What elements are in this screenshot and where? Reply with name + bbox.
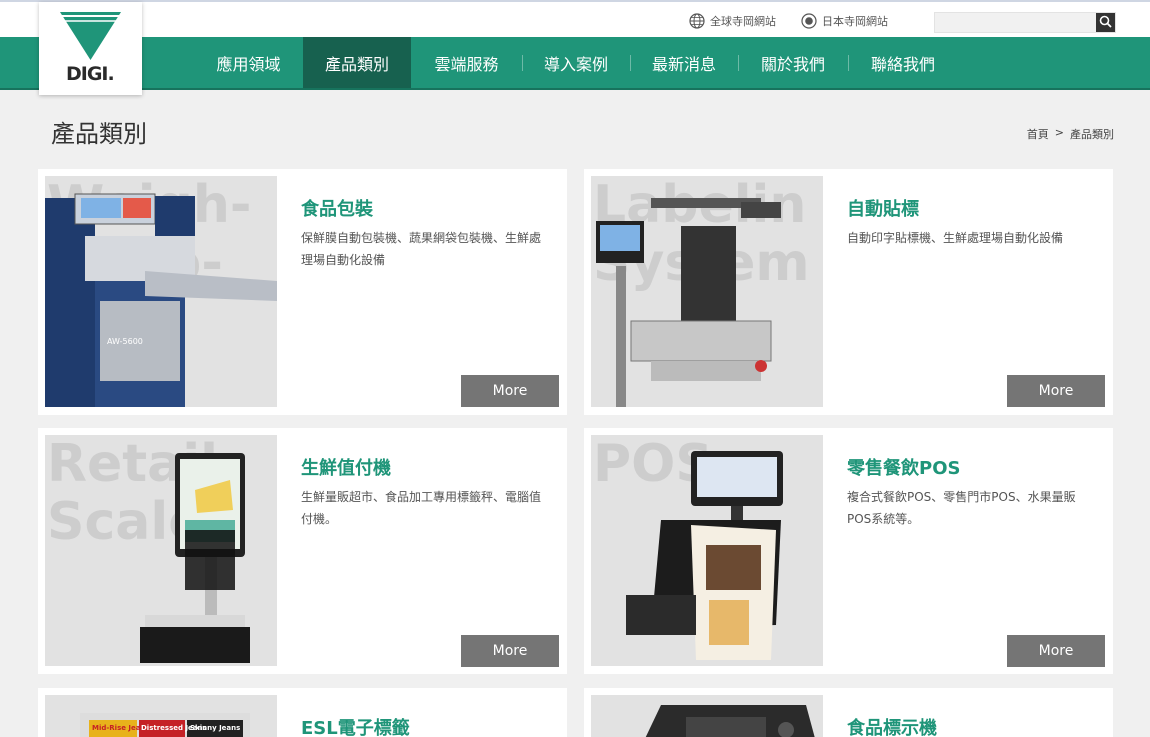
search-input[interactable] <box>934 12 1116 33</box>
search-button[interactable] <box>1096 13 1115 32</box>
breadcrumb-separator: > <box>1054 126 1064 139</box>
pos-terminal-illustration <box>626 451 783 660</box>
main-nav: 應用領域 產品類別 雲端服務 導入案例 最新消息 關於我們 聯絡我們 <box>0 37 1150 90</box>
esl-tag-label: Skinny Jeans <box>190 724 240 732</box>
search-icon <box>1099 13 1112 32</box>
digi-logo[interactable]: DIGI. <box>39 2 142 95</box>
japan-site-label: 日本寺岡網站 <box>822 15 888 28</box>
product-card-auto-labeling: LabelinSystem 自動貼標 自動印字貼標機、生鮮處理場自動化設備 Mo… <box>584 169 1113 415</box>
card-description: 生鮮量販超市、食品加工專用標籤秤、電腦值付機。 <box>301 490 542 526</box>
product-card-pos: POS 零售餐飲POS 複合式餐飲POS、零售門市POS、水果量販POS系統等。… <box>584 428 1113 674</box>
card-title[interactable]: ESL電子標籤 <box>301 714 410 737</box>
more-button[interactable]: More <box>461 635 559 667</box>
nav-label: 雲端服務 <box>434 54 499 74</box>
card-title[interactable]: 自動貼標 <box>847 195 919 221</box>
nav-label: 最新消息 <box>651 54 716 74</box>
more-button[interactable]: More <box>461 375 559 407</box>
logo-text: DIGI. <box>66 63 115 85</box>
product-image[interactable]: Mid-Rise Jeans Distressed Jeans Skinny J… <box>45 695 277 737</box>
product-image[interactable]: Retail Scales <box>45 435 277 666</box>
scale-machine-illustration <box>140 453 250 663</box>
product-image[interactable]: POS <box>591 435 823 666</box>
nav-item-cases[interactable]: 導入案例 <box>522 37 630 88</box>
product-image[interactable]: Weigh-Wrap-pers AW-5600 <box>45 176 277 407</box>
global-site-link[interactable]: 全球寺岡網站 <box>689 13 776 29</box>
utility-bar: 全球寺岡網站 日本寺岡網站 <box>0 0 1150 37</box>
nav-item-contact[interactable]: 聯絡我們 <box>848 37 958 88</box>
nav-label: 應用領域 <box>216 54 281 74</box>
nav-item-applications[interactable]: 應用領域 <box>194 37 303 88</box>
globe-icon <box>689 13 705 29</box>
logo-triangle-icon <box>60 12 121 60</box>
labeler-printer-illustration <box>645 705 815 737</box>
page-title: 產品類別 <box>51 120 147 148</box>
card-title[interactable]: 食品包裝 <box>301 195 373 221</box>
nav-item-about[interactable]: 關於我們 <box>738 37 848 88</box>
breadcrumb-home[interactable]: 首頁 <box>1027 126 1049 142</box>
product-image[interactable] <box>591 695 823 737</box>
product-card-food-labeler: 食品標示機 <box>584 688 1113 737</box>
nav-label: 關於我們 <box>760 54 825 74</box>
global-site-label: 全球寺岡網站 <box>710 15 776 28</box>
breadcrumb-current: 產品類別 <box>1070 128 1114 141</box>
card-title[interactable]: 食品標示機 <box>847 714 937 737</box>
product-card-esl: Mid-Rise Jeans Distressed Jeans Skinny J… <box>38 688 567 737</box>
card-title[interactable]: 生鮮值付機 <box>301 454 391 480</box>
card-description: 自動印字貼標機、生鮮處理場自動化設備 <box>847 231 1064 245</box>
nav-label: 聯絡我們 <box>870 54 935 74</box>
nav-label: 導入案例 <box>543 54 608 74</box>
nav-item-news[interactable]: 最新消息 <box>630 37 738 88</box>
esl-tag-illustration: Mid-Rise Jeans Distressed Jeans Skinny J… <box>80 713 250 737</box>
card-description: 保鮮膜自動包裝機、蔬果網袋包裝機、生鮮處理場自動化設備 <box>301 231 542 267</box>
card-title[interactable]: 零售餐飲POS <box>847 454 960 480</box>
japan-circle-icon <box>801 13 817 29</box>
product-image[interactable]: LabelinSystem <box>591 176 823 407</box>
machine-model-label: AW-5600 <box>107 337 143 346</box>
wrapper-machine-illustration: AW-5600 <box>45 193 277 407</box>
card-description: 複合式餐飲POS、零售門市POS、水果量販POS系統等。 <box>847 490 1076 526</box>
breadcrumb: 首頁 > 產品類別 <box>1027 126 1114 142</box>
nav-item-cloud[interactable]: 雲端服務 <box>411 37 522 88</box>
japan-site-link[interactable]: 日本寺岡網站 <box>801 13 888 29</box>
labeler-machine-illustration <box>596 198 781 407</box>
nav-label: 產品類別 <box>324 54 389 74</box>
more-button[interactable]: More <box>1007 635 1105 667</box>
product-card-retail-scales: Retail Scales 生鮮值付機 生鮮量販超市、食品加工專用標籤秤、電腦值付… <box>38 428 567 674</box>
nav-item-products[interactable]: 產品類別 <box>303 37 411 88</box>
product-card-food-packaging: Weigh-Wrap-pers AW-5600 食品包裝 保鮮膜自動包裝機、蔬果… <box>38 169 567 415</box>
more-button[interactable]: More <box>1007 375 1105 407</box>
